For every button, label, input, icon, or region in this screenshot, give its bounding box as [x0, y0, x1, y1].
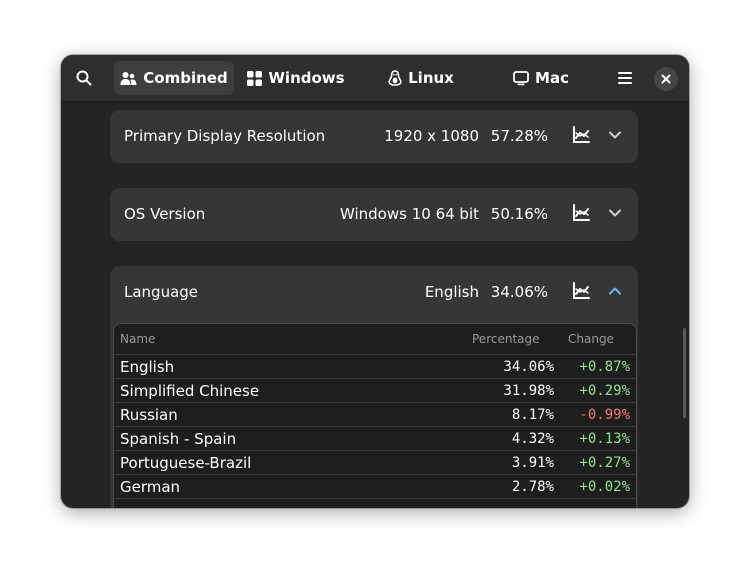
column-header-change[interactable]: Change — [568, 332, 614, 346]
tab-combined[interactable]: Combined — [114, 61, 234, 95]
column-header-percentage[interactable]: Percentage — [472, 332, 540, 346]
search-button[interactable] — [67, 61, 101, 95]
tab-label: Mac — [535, 69, 569, 87]
row-value: Windows 10 64 bit — [339, 205, 479, 223]
language-change: +0.87% — [579, 359, 630, 375]
hamburger-menu-icon — [618, 72, 632, 84]
language-table: Name Percentage Change English 34.06% +0… — [113, 323, 637, 508]
table-row[interactable]: Simplified Chinese 31.98% +0.29% — [114, 378, 636, 402]
header-bar: Combined Windows Linux Mac — [61, 55, 689, 102]
row-percentage: 57.28% — [490, 127, 548, 145]
language-percentage: 8.17% — [511, 407, 554, 423]
column-header-name[interactable]: Name — [120, 332, 155, 346]
vertical-scrollbar[interactable] — [683, 328, 686, 418]
stat-row-language: Language English 34.06% Name Percentage … — [110, 266, 638, 508]
table-row[interactable]: Russian 8.17% -0.99% — [114, 402, 636, 426]
tab-linux[interactable]: Linux — [376, 61, 466, 95]
language-percentage: 4.32% — [511, 431, 554, 447]
stat-row-os-version[interactable]: OS Version Windows 10 64 bit 50.16% — [110, 188, 638, 241]
language-change: +0.13% — [579, 431, 630, 447]
stat-row-primary-display-resolution[interactable]: Primary Display Resolution 1920 x 1080 5… — [110, 110, 638, 163]
chevron-down-icon[interactable] — [608, 128, 622, 142]
row-label: Primary Display Resolution — [124, 127, 326, 145]
row-label: OS Version — [124, 205, 206, 223]
language-change: -0.99% — [579, 407, 630, 423]
chart-icon[interactable] — [572, 282, 590, 300]
row-value: English — [424, 283, 479, 301]
chevron-down-icon[interactable] — [608, 206, 622, 220]
language-percentage: 3.91% — [511, 455, 554, 471]
language-change: +0.27% — [579, 455, 630, 471]
tab-mac[interactable]: Mac — [501, 61, 581, 95]
language-percentage: 31.98% — [503, 383, 554, 399]
language-name: Spanish - Spain — [120, 430, 237, 448]
language-name: Portuguese-Brazil — [120, 454, 252, 472]
close-button[interactable] — [654, 67, 678, 91]
row-percentage: 50.16% — [490, 205, 548, 223]
language-change: +0.02% — [579, 479, 630, 495]
chart-icon[interactable] — [572, 126, 590, 144]
table-row[interactable]: English 34.06% +0.87% — [114, 354, 636, 378]
tab-windows[interactable]: Windows — [241, 61, 351, 95]
table-row[interactable]: German 2.78% +0.02% — [114, 474, 636, 498]
table-row[interactable]: Spanish - Spain 4.32% +0.13% — [114, 426, 636, 450]
chevron-up-icon[interactable] — [608, 284, 622, 298]
content-area: Primary Display Resolution 1920 x 1080 5… — [61, 102, 689, 508]
tab-label: Combined — [143, 69, 228, 87]
row-value: 1920 x 1080 — [384, 127, 479, 145]
row-header[interactable]: Language English 34.06% — [110, 266, 638, 319]
app-window: Combined Windows Linux Mac Primary Displ… — [61, 55, 689, 508]
row-percentage: 34.06% — [490, 283, 548, 301]
windows-icon — [247, 70, 263, 86]
close-icon — [661, 74, 671, 84]
language-percentage: 34.06% — [503, 359, 554, 375]
monitor-icon — [513, 70, 529, 85]
language-change: +0.29% — [579, 383, 630, 399]
language-percentage: 2.78% — [511, 479, 554, 495]
language-name: Simplified Chinese — [120, 382, 260, 400]
users-icon — [120, 71, 137, 85]
row-label: Language — [124, 283, 199, 301]
table-row[interactable]: Portuguese-Brazil 3.91% +0.27% — [114, 450, 636, 474]
table-row[interactable] — [114, 498, 636, 508]
language-name: Russian — [120, 406, 178, 424]
search-icon — [76, 70, 92, 86]
language-name: German — [120, 478, 181, 496]
tab-label: Windows — [268, 69, 345, 87]
language-name: English — [120, 358, 175, 376]
tab-label: Linux — [408, 69, 454, 87]
chart-icon[interactable] — [572, 204, 590, 222]
main-menu-button[interactable] — [608, 61, 642, 95]
linux-icon — [388, 70, 402, 86]
